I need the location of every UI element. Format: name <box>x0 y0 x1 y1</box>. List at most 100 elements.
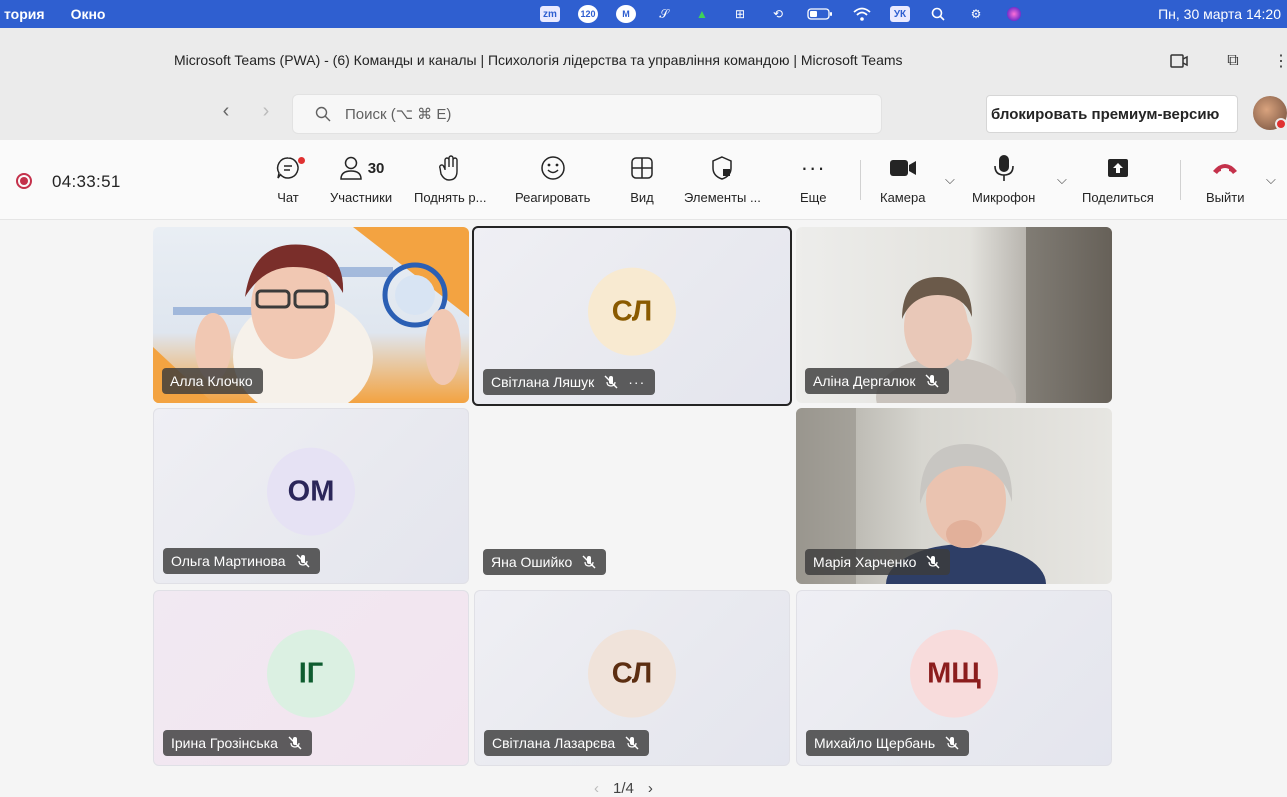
recording-icon <box>16 173 32 189</box>
participant-name-tag: Аліна Дергалюк <box>805 368 950 394</box>
m-app-icon[interactable]: M <box>616 5 636 23</box>
grid-view-icon <box>630 154 654 182</box>
participant-name: Марія Харченко <box>813 554 917 570</box>
participant-name: Ольга Мартинова <box>171 553 286 569</box>
leave-label: Выйти <box>1206 190 1245 205</box>
zoom-icon[interactable]: zm <box>540 6 560 22</box>
participant-name-tag: Світлана Лазарєва <box>484 730 650 756</box>
participant-name: Ірина Грозінська <box>171 735 278 751</box>
notification-count-icon[interactable]: 120 <box>578 5 598 23</box>
call-toolbar: 04:33:51 Чат 30 Участники Поднять р... Р… <box>0 140 1287 220</box>
participant-avatar: СЛ <box>588 629 676 718</box>
grid-icon[interactable]: ⊞ <box>730 5 750 23</box>
participant-tile[interactable]: СЛ Світлана Ляшук ··· <box>472 226 792 406</box>
share-button[interactable]: Поделиться <box>1082 154 1154 205</box>
history-icon[interactable]: ⟲ <box>768 5 788 23</box>
prev-page-icon[interactable]: ‹ <box>594 780 599 797</box>
participants-count: 30 <box>367 159 385 177</box>
view-button[interactable]: Вид <box>630 154 654 205</box>
control-center-icon[interactable]: ⚙ <box>966 5 986 23</box>
more-dots-icon: ··· <box>800 155 826 180</box>
presence-status-badge <box>1275 118 1287 130</box>
participant-tile[interactable]: ОМ Ольга Мартинова <box>153 408 469 584</box>
premium-button[interactable]: блокировать премиум-версию <box>986 95 1238 133</box>
next-page-icon[interactable]: › <box>648 780 653 797</box>
mic-muted-icon <box>582 555 596 569</box>
participant-tile[interactable]: Яна Ошийко <box>474 408 790 584</box>
siri-icon[interactable] <box>1004 5 1024 23</box>
microphone-label: Микрофон <box>972 190 1036 205</box>
mic-muted-icon <box>625 736 639 750</box>
window-title-bar: Microsoft Teams (PWA) - (6) Команды и ка… <box>0 28 1287 88</box>
participant-more-icon[interactable]: ··· <box>628 374 645 390</box>
mic-muted-icon <box>604 375 618 389</box>
participant-tile[interactable]: МЩ Михайло Щербань <box>796 590 1112 766</box>
participant-avatar: ОМ <box>267 447 355 536</box>
react-button[interactable]: Реагировать <box>515 154 590 205</box>
participant-tile[interactable]: ІГ Ірина Грозінська <box>153 590 469 766</box>
leave-options-chevron-icon[interactable]: ⌵ <box>1266 172 1276 188</box>
participant-avatar: ІГ <box>267 629 355 718</box>
raise-hand-button[interactable]: Поднять р... <box>414 154 487 205</box>
mic-muted-icon <box>288 736 302 750</box>
toolbar-divider <box>1180 160 1181 200</box>
participants-icon: 30 <box>338 154 385 182</box>
participant-name-tag: Марія Харченко <box>805 549 951 575</box>
fire-icon[interactable]: ▲ <box>692 5 712 23</box>
shield-apps-icon <box>710 154 734 182</box>
participants-button[interactable]: 30 Участники <box>330 154 392 205</box>
participant-tile-video[interactable]: Аліна Дергалюк <box>796 227 1112 403</box>
search-placeholder: Поиск (⌥ ⌘ E) <box>345 106 452 123</box>
participant-tile-video[interactable]: Алла Клочко <box>153 227 469 403</box>
participant-name: Михайло Щербань <box>814 735 936 751</box>
more-menu-icon[interactable]: ⋮ <box>1270 50 1287 72</box>
participant-tile-video[interactable]: Марія Харченко <box>796 408 1112 584</box>
apps-button[interactable]: Элементы ... <box>684 154 761 205</box>
search-icon <box>315 106 331 122</box>
menu-bar: тория Окно zm 120 M 𝒮 ▲ ⊞ ⟲ УК ⚙ Пн, 30 … <box>0 0 1287 28</box>
chat-label: Чат <box>277 190 299 205</box>
hang-up-icon <box>1211 154 1239 182</box>
script-icon[interactable]: 𝒮 <box>654 5 674 23</box>
open-in-app-icon[interactable] <box>1168 50 1190 72</box>
call-timer: 04:33:51 <box>52 172 121 191</box>
menu-clock[interactable]: Пн, 30 марта 14:20 <box>1158 0 1281 28</box>
forward-arrow-icon[interactable]: › <box>256 100 276 123</box>
extensions-icon[interactable]: ⧉ <box>1222 50 1244 72</box>
participant-name-tag: Ольга Мартинова <box>163 548 320 574</box>
camera-icon <box>889 154 917 182</box>
hand-icon <box>437 154 463 182</box>
gallery-pager: ‹ 1/4 › <box>594 780 653 797</box>
search-input[interactable]: Поиск (⌥ ⌘ E) <box>292 94 882 134</box>
battery-icon[interactable] <box>806 5 834 23</box>
camera-button[interactable]: Камера <box>880 154 925 205</box>
toolbar-divider <box>860 160 861 200</box>
search-icon[interactable] <box>928 5 948 23</box>
call-stage: Алла Клочко СЛ Світлана Ляшук ··· Аліна … <box>0 221 1287 797</box>
keyboard-layout-icon[interactable]: УК <box>890 6 910 22</box>
participant-avatar: МЩ <box>910 629 998 718</box>
participant-name-tag: Алла Клочко <box>162 368 263 394</box>
leave-button[interactable]: Выйти <box>1206 154 1245 205</box>
participant-name: Світлана Ляшук <box>491 374 595 390</box>
raise-hand-label: Поднять р... <box>414 190 487 205</box>
view-label: Вид <box>630 190 654 205</box>
mic-muted-icon <box>296 554 310 568</box>
more-button[interactable]: ··· Еще <box>800 154 826 205</box>
wifi-icon[interactable] <box>852 5 872 23</box>
menu-item-window[interactable]: Окно <box>71 6 106 22</box>
camera-options-chevron-icon[interactable]: ⌵ <box>945 172 955 188</box>
back-arrow-icon[interactable]: ‹ <box>216 100 236 123</box>
participant-name-tag: Михайло Щербань <box>806 730 970 756</box>
microphone-icon <box>993 154 1015 182</box>
more-label: Еще <box>800 190 827 205</box>
mic-muted-icon <box>945 736 959 750</box>
participants-label: Участники <box>330 190 393 205</box>
participant-name-tag: Ірина Грозінська <box>163 730 312 756</box>
participant-name: Аліна Дергалюк <box>813 373 916 389</box>
participant-tile[interactable]: СЛ Світлана Лазарєва <box>474 590 790 766</box>
menu-item-history[interactable]: тория <box>4 6 45 22</box>
mic-options-chevron-icon[interactable]: ⌵ <box>1057 172 1067 188</box>
participant-avatar: СЛ <box>588 267 676 356</box>
microphone-button[interactable]: Микрофон <box>972 154 1035 205</box>
